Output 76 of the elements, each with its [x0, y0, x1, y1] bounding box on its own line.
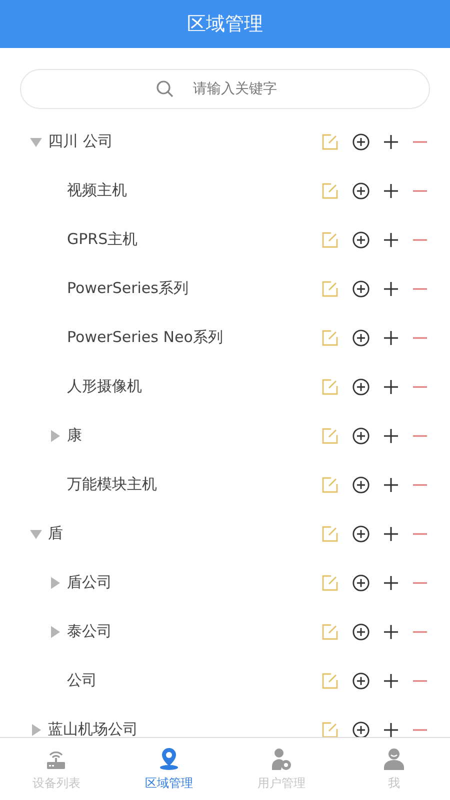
tree-node-label[interactable]: 蓝山机场公司: [48, 720, 321, 737]
edit-icon[interactable]: [321, 132, 339, 150]
tree-node-label[interactable]: 万能模块主机: [67, 475, 321, 494]
minus-icon[interactable]: [412, 286, 428, 290]
plus-icon[interactable]: [383, 722, 399, 737]
plus-icon[interactable]: [383, 182, 399, 198]
tree-node-label[interactable]: 视频主机: [67, 181, 321, 200]
add-circle-icon[interactable]: [352, 378, 370, 396]
minus-icon[interactable]: [412, 728, 428, 732]
add-circle-icon[interactable]: [352, 574, 370, 592]
edit-icon[interactable]: [321, 280, 339, 298]
edit-icon[interactable]: [321, 524, 339, 542]
plus-icon[interactable]: [383, 672, 399, 688]
add-circle-icon[interactable]: [352, 524, 370, 542]
plus-icon[interactable]: [383, 378, 399, 394]
expand-arrow-icon[interactable]: [49, 626, 61, 638]
tree-node-label[interactable]: 人形摄像机: [67, 377, 321, 396]
tree-node-label[interactable]: 康: [67, 426, 321, 445]
plus-icon[interactable]: [383, 574, 399, 590]
minus-icon[interactable]: [412, 140, 428, 144]
add-circle-icon[interactable]: [352, 182, 370, 200]
edit-icon[interactable]: [321, 622, 339, 640]
add-circle-icon[interactable]: [352, 328, 370, 346]
expand-arrow-icon[interactable]: [30, 724, 42, 736]
plus-icon[interactable]: [383, 232, 399, 248]
add-circle-icon[interactable]: [352, 132, 370, 150]
plus-icon[interactable]: [383, 526, 399, 542]
add-circle-icon[interactable]: [352, 672, 370, 690]
plus-icon[interactable]: [383, 624, 399, 640]
edit-icon[interactable]: [321, 574, 339, 592]
tree-node-label[interactable]: 盾公司: [67, 573, 321, 592]
tree-node-label[interactable]: PowerSeries系列: [67, 279, 321, 298]
plus-icon[interactable]: [383, 134, 399, 150]
tree-node-label[interactable]: 四川 公司: [48, 132, 321, 151]
plus-icon[interactable]: [383, 280, 399, 296]
minus-icon[interactable]: [412, 238, 428, 242]
tree-node-label[interactable]: PowerSeries Neo系列: [67, 328, 321, 347]
plus-icon[interactable]: [383, 476, 399, 492]
add-circle-icon[interactable]: [352, 280, 370, 298]
minus-icon[interactable]: [412, 336, 428, 340]
tree-node-label[interactable]: GPRS主机: [67, 230, 321, 249]
edit-icon[interactable]: [321, 720, 339, 737]
plus-icon[interactable]: [383, 330, 399, 346]
minus-icon[interactable]: [412, 384, 428, 388]
tree-node-label[interactable]: 泰公司: [67, 622, 321, 641]
page-title: 区域管理: [187, 12, 263, 37]
minus-icon[interactable]: [412, 434, 428, 438]
minus-icon[interactable]: [412, 188, 428, 192]
add-circle-icon[interactable]: [352, 426, 370, 444]
minus-icon[interactable]: [412, 482, 428, 486]
expand-arrow-icon[interactable]: [49, 430, 61, 442]
tab[interactable]: 区域管理: [112, 738, 225, 800]
edit-icon[interactable]: [321, 672, 339, 690]
minus-icon[interactable]: [412, 630, 428, 634]
collapse-arrow-icon[interactable]: [30, 136, 42, 148]
edit-icon[interactable]: [321, 182, 339, 200]
user-icon: [382, 746, 406, 770]
edit-icon[interactable]: [321, 328, 339, 346]
edit-icon[interactable]: [321, 476, 339, 494]
tree-node-label[interactable]: 盾: [48, 524, 321, 543]
minus-icon[interactable]: [412, 678, 428, 682]
tree-node-label[interactable]: 公司: [67, 671, 321, 690]
add-circle-icon[interactable]: [352, 476, 370, 494]
collapse-arrow-icon[interactable]: [30, 528, 42, 540]
search-icon: [156, 80, 174, 98]
minus-icon[interactable]: [412, 532, 428, 536]
expand-arrow-icon[interactable]: [49, 576, 61, 588]
minus-icon[interactable]: [412, 580, 428, 584]
add-circle-icon[interactable]: [352, 622, 370, 640]
user-settings-icon: [269, 746, 294, 770]
edit-icon[interactable]: [321, 230, 339, 248]
plus-icon[interactable]: [383, 428, 399, 444]
edit-icon[interactable]: [321, 426, 339, 444]
edit-icon[interactable]: [321, 378, 339, 396]
search-field[interactable]: 请输入关键字: [20, 69, 430, 109]
add-circle-icon[interactable]: [352, 230, 370, 248]
